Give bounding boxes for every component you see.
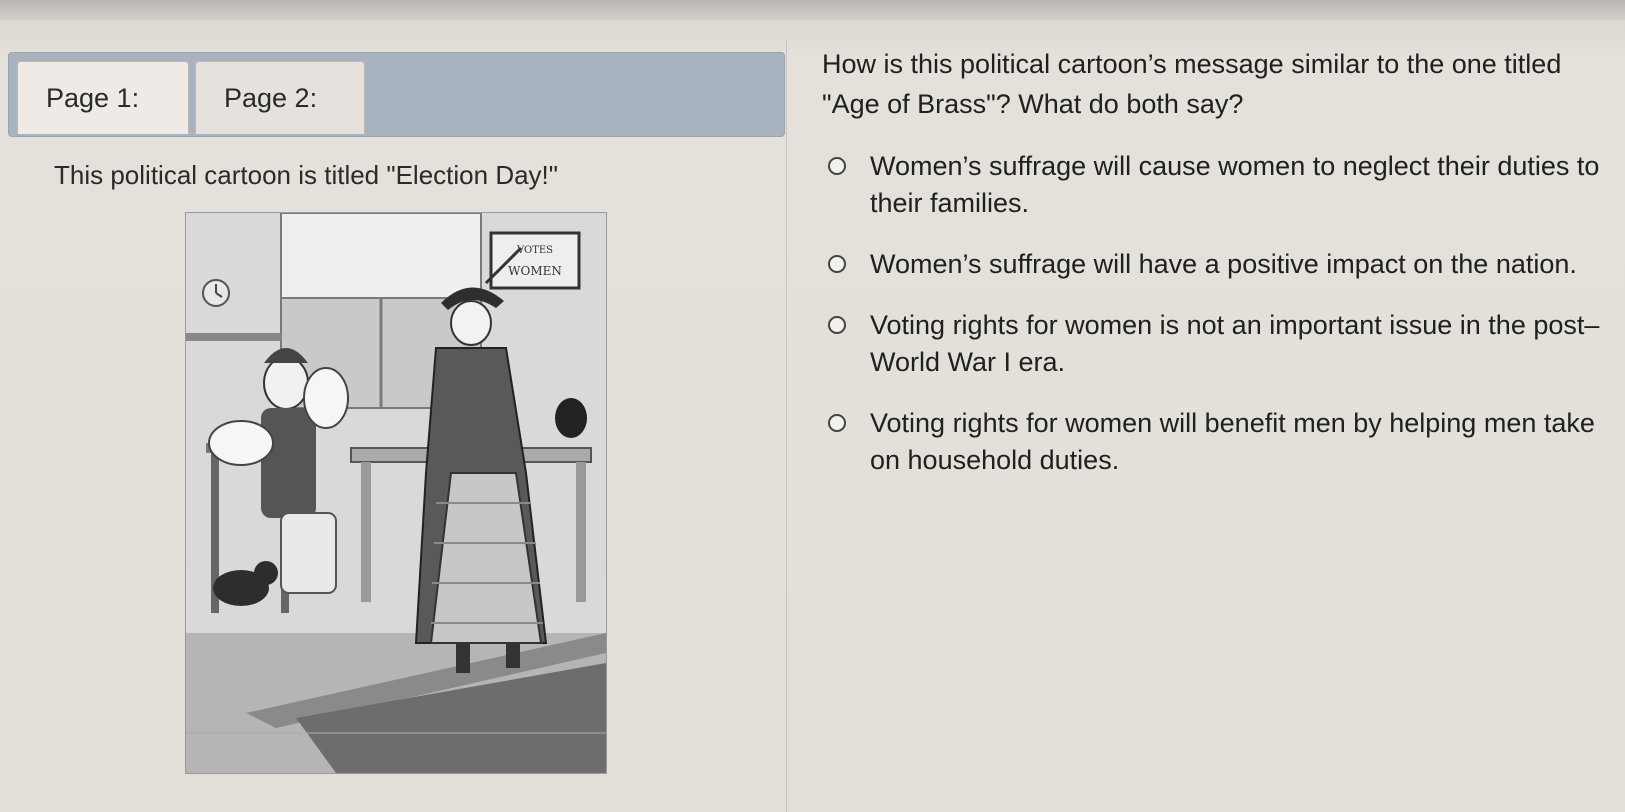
question-text: How is this political cartoon’s message … xyxy=(822,49,1562,119)
answer-option-label: Voting rights for women will benefit men… xyxy=(870,408,1595,475)
left-panel: Page 1: Page 2: This political cartoon i… xyxy=(0,40,787,812)
answer-option-1[interactable]: Women’s suffrage will cause women to neg… xyxy=(822,148,1612,222)
radio-button[interactable] xyxy=(828,157,846,175)
answer-option-label: Voting rights for women is not an import… xyxy=(870,310,1600,377)
tab-page-2[interactable]: Page 2: xyxy=(195,61,365,134)
answer-option-label: Women’s suffrage will cause women to neg… xyxy=(870,151,1600,218)
answer-option-2[interactable]: Women’s suffrage will have a positive im… xyxy=(822,246,1612,283)
answer-options: Women’s suffrage will cause women to neg… xyxy=(822,148,1612,503)
tab-page-1[interactable]: Page 1: xyxy=(17,61,189,134)
radio-button[interactable] xyxy=(828,255,846,273)
answer-option-label: Women’s suffrage will have a positive im… xyxy=(870,249,1577,279)
cartoon-sign-text: VOTES xyxy=(516,245,553,256)
svg-text:WOMEN: WOMEN xyxy=(508,264,562,278)
radio-button[interactable] xyxy=(828,414,846,432)
answer-option-4[interactable]: Voting rights for women will benefit men… xyxy=(822,405,1612,479)
radio-button[interactable] xyxy=(828,316,846,334)
screen: Page 1: Page 2: This political cartoon i… xyxy=(0,0,1625,812)
answer-option-3[interactable]: Voting rights for women is not an import… xyxy=(822,307,1612,381)
tab-bar: Page 1: Page 2: xyxy=(8,52,785,137)
cartoon-caption: This political cartoon is titled "Electi… xyxy=(54,160,559,190)
browser-top-strip xyxy=(0,0,1625,20)
political-cartoon-image: VOTES WOMEN xyxy=(185,212,607,774)
